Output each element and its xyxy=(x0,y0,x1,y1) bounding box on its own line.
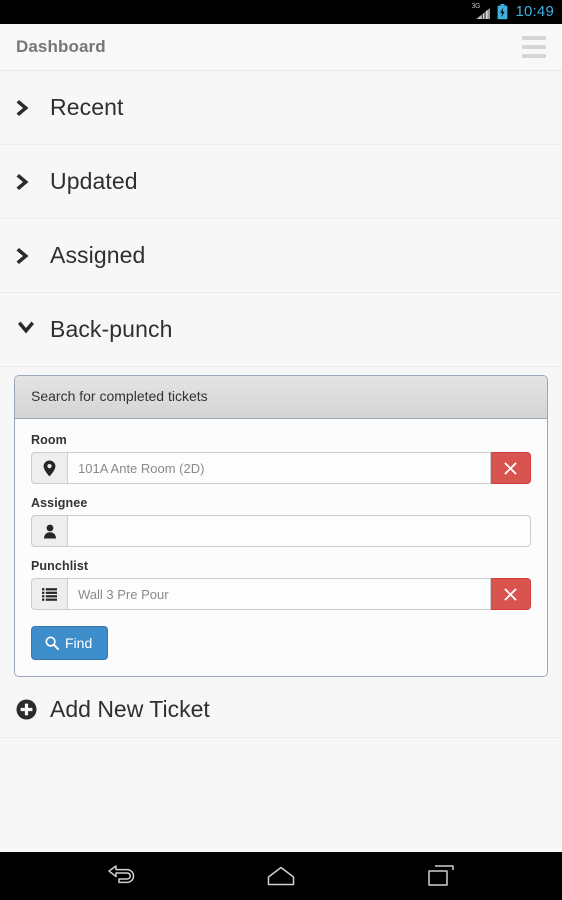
app-header: Dashboard xyxy=(0,24,562,71)
android-status-bar: 3G 10:49 xyxy=(0,0,562,24)
signal-bars-icon: 3G xyxy=(471,3,491,20)
android-navigation-bar xyxy=(0,852,562,900)
section-label: Back-punch xyxy=(50,316,173,342)
punchlist-input-group xyxy=(31,578,531,610)
section-row-back-punch[interactable]: Back-punch xyxy=(0,293,562,367)
room-input-group xyxy=(31,452,531,484)
list-icon xyxy=(31,578,67,610)
search-panel-title: Search for completed tickets xyxy=(31,388,208,404)
punchlist-clear-button[interactable] xyxy=(491,578,531,610)
room-label: Room xyxy=(31,433,67,447)
assignee-label: Assignee xyxy=(31,496,88,510)
find-button-label: Find xyxy=(65,635,93,651)
status-bar-clock: 10:49 xyxy=(515,3,554,20)
home-icon[interactable] xyxy=(261,859,301,893)
room-clear-button[interactable] xyxy=(491,452,531,484)
recent-apps-icon[interactable] xyxy=(421,859,461,893)
user-icon xyxy=(31,515,67,547)
back-arrow-icon[interactable] xyxy=(101,859,141,893)
section-label: Updated xyxy=(50,168,138,194)
chevron-down-icon xyxy=(16,321,42,338)
search-panel-body: Room 101A Ante Room (2D) Assignee Punchl… xyxy=(15,419,547,676)
plus-circle-icon xyxy=(16,699,42,720)
section-label: Assigned xyxy=(50,242,146,268)
search-panel: Search for completed tickets Room 101A A… xyxy=(14,375,548,677)
battery-charging-icon xyxy=(497,4,508,20)
device-screen: 3G 10:49 Dashboard Recent Updated Assign… xyxy=(0,0,562,900)
room-input[interactable] xyxy=(67,452,491,484)
find-button[interactable]: Find xyxy=(31,626,109,660)
section-row-updated[interactable]: Updated xyxy=(0,145,562,219)
page-title: Dashboard xyxy=(16,37,106,56)
map-marker-icon xyxy=(31,452,67,484)
section-row-recent[interactable]: Recent xyxy=(0,71,562,145)
form-group-room: Room xyxy=(31,433,531,484)
section-row-assigned[interactable]: Assigned xyxy=(0,219,562,293)
section-label: Recent xyxy=(50,94,124,120)
add-new-ticket-label: Add New Ticket xyxy=(50,695,210,722)
chevron-right-icon xyxy=(16,172,42,192)
punchlist-label: Punchlist xyxy=(31,559,89,573)
chevron-right-icon xyxy=(16,98,42,118)
search-panel-wrapper: Search for completed tickets Room 101A A… xyxy=(0,367,562,677)
dashboard-content: Recent Updated Assigned Back-punch Searc… xyxy=(0,71,562,852)
hamburger-menu-icon[interactable] xyxy=(520,34,548,60)
status-bar-icons: 3G 10:49 xyxy=(471,3,554,20)
assignee-input-group xyxy=(31,515,531,547)
chevron-right-icon xyxy=(16,246,42,266)
form-group-assignee: Assignee xyxy=(31,496,531,547)
search-icon xyxy=(45,636,59,650)
assignee-input[interactable] xyxy=(67,515,531,547)
search-panel-heading: Search for completed tickets xyxy=(15,376,547,419)
punchlist-input[interactable] xyxy=(67,578,491,610)
form-group-punchlist: Punchlist xyxy=(31,559,531,610)
add-new-ticket-row[interactable]: Add New Ticket xyxy=(0,681,562,738)
